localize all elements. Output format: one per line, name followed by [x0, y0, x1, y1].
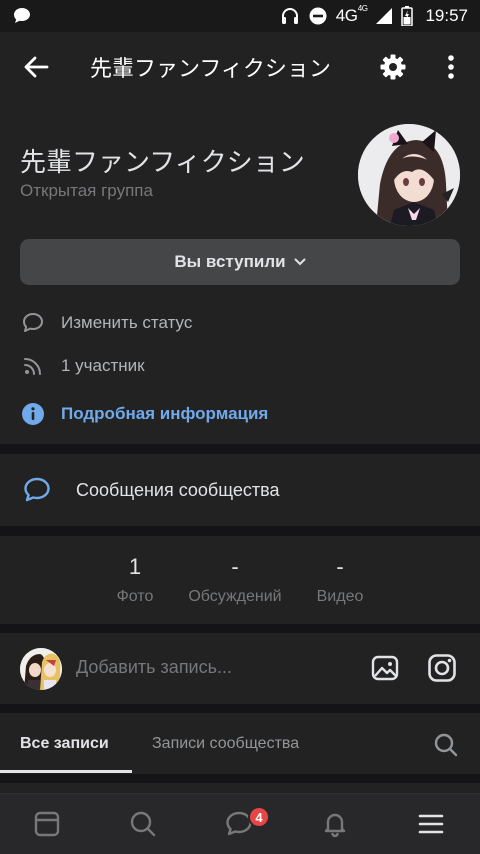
bottom-navigation: 4 — [0, 793, 480, 854]
nav-notifications[interactable] — [320, 809, 350, 839]
counters-card: 1 Фото - Обсуждений - Видео — [0, 536, 480, 624]
comment-icon — [20, 310, 46, 336]
hamburger-menu-icon — [418, 814, 444, 834]
tab-community-posts[interactable]: Записи сообщества — [152, 735, 299, 753]
feed-placeholder — [0, 783, 480, 793]
videos-count: - — [336, 554, 344, 579]
network-indicator: 4G 4G — [335, 4, 368, 25]
members-count-label: 1 участник — [61, 356, 145, 375]
more-vertical-icon — [448, 55, 454, 79]
settings-button[interactable] — [364, 32, 422, 102]
chevron-down-icon — [294, 258, 306, 266]
change-status-label: Изменить статус — [61, 313, 193, 332]
group-type: Открытая группа — [20, 181, 153, 200]
posts-search-button[interactable] — [433, 732, 459, 763]
page-title: 先輩ファンフィクション — [90, 56, 331, 81]
videos-label: Видео — [316, 588, 364, 605]
joined-label: Вы вступили — [174, 252, 286, 271]
detailed-info-row[interactable]: Подробная информация — [20, 401, 268, 427]
search-icon — [434, 733, 458, 757]
headphones-icon — [280, 6, 300, 26]
nav-search[interactable] — [128, 809, 158, 839]
user-avatar[interactable] — [20, 648, 62, 690]
newsfeed-icon — [34, 811, 60, 837]
add-post-input[interactable]: Добавить запись... — [76, 657, 232, 678]
instagram-icon — [428, 654, 456, 682]
change-status-row[interactable]: Изменить статус — [20, 310, 192, 336]
gear-icon — [380, 54, 406, 80]
nav-news[interactable] — [32, 809, 62, 839]
rss-icon — [20, 353, 46, 379]
chat-notification-icon — [12, 6, 32, 26]
add-story-button[interactable] — [427, 653, 457, 688]
tab-all-posts[interactable]: Все записи — [20, 735, 109, 753]
signal-icon — [375, 7, 393, 25]
posts-tabs: Все записи Записи сообщества — [0, 713, 480, 774]
battery-icon — [401, 6, 414, 26]
group-name: 先輩ファンフィクション — [20, 147, 305, 177]
more-options-button[interactable] — [422, 32, 480, 102]
top-app-bar: 先輩ファンフィクション — [0, 32, 480, 102]
back-button[interactable] — [0, 32, 72, 102]
nav-menu[interactable] — [416, 809, 446, 839]
members-row[interactable]: 1 участник — [20, 353, 145, 379]
messages-badge: 4 — [248, 806, 270, 828]
joined-button[interactable]: Вы вступили — [20, 239, 460, 285]
search-icon — [130, 811, 156, 837]
detailed-info-label: Подробная информация — [61, 404, 269, 423]
message-bubble-icon — [24, 477, 50, 502]
active-tab-indicator — [0, 770, 132, 773]
info-icon — [20, 401, 46, 427]
discussions-count: - — [231, 554, 239, 579]
group-avatar[interactable] — [358, 124, 460, 226]
community-messages-label: Сообщения сообщества — [76, 479, 280, 500]
status-bar: 4G 4G 19:57 — [0, 0, 480, 32]
videos-counter[interactable]: - Видео — [280, 554, 400, 606]
do-not-disturb-icon — [308, 6, 328, 26]
add-photo-button[interactable] — [370, 653, 400, 688]
group-info-card: 先輩ファンフィクション Открытая группа Вы вступили … — [0, 102, 480, 444]
add-post-bar: Добавить запись... — [0, 633, 480, 704]
community-messages-row[interactable]: Сообщения сообщества — [0, 454, 480, 526]
discussions-counter[interactable]: - Обсуждений — [175, 554, 295, 606]
arrow-left-icon — [24, 56, 49, 78]
image-icon — [371, 655, 399, 681]
discussions-label: Обсуждений — [188, 588, 282, 605]
clock: 19:57 — [425, 6, 468, 25]
bell-icon — [324, 813, 346, 838]
